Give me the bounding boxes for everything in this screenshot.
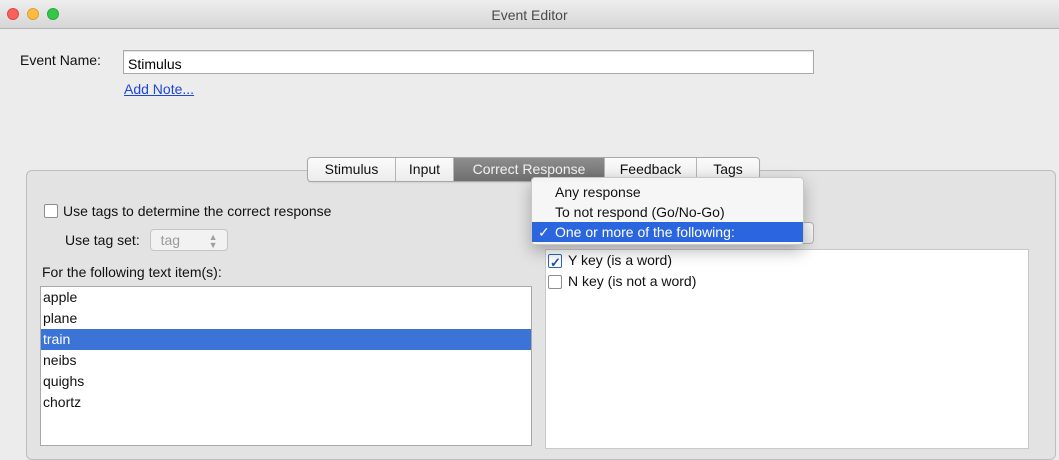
event-name-input[interactable]: [123, 50, 814, 74]
use-tags-label: Use tags to determine the correct respon…: [63, 203, 332, 220]
tag-set-label: Use tag set:: [65, 232, 140, 248]
tab-stimulus[interactable]: Stimulus: [308, 158, 396, 181]
text-items-list[interactable]: apple plane train neibs quighs chortz: [40, 286, 532, 446]
menu-item-any-response[interactable]: Any response: [532, 182, 803, 202]
response-y-checkbox[interactable]: [548, 252, 562, 273]
use-tags-checkbox[interactable]: [44, 204, 58, 219]
list-item[interactable]: quighs: [41, 371, 531, 392]
menu-item-label: Any response: [555, 184, 641, 200]
response-n-label: N key (is not a word): [568, 273, 697, 289]
checkmark-icon: ✓: [538, 224, 550, 240]
response-item-y[interactable]: Y key (is a word): [546, 250, 1028, 273]
tag-set-value: tag: [160, 232, 181, 248]
menu-item-label: One or more of the following:: [555, 224, 735, 240]
add-note-link[interactable]: Add Note...: [124, 81, 194, 97]
response-n-checkbox[interactable]: [548, 275, 562, 290]
list-item[interactable]: apple: [41, 287, 531, 308]
tag-set-row: Use tag set: tag ▲ ▼: [65, 229, 228, 251]
tag-set-select[interactable]: tag ▲ ▼: [149, 229, 228, 251]
response-item-n[interactable]: N key (is not a word): [546, 271, 1028, 292]
menu-item-one-or-more[interactable]: ✓ One or more of the following:: [532, 222, 803, 242]
menu-item-label: To not respond (Go/No-Go): [555, 204, 725, 220]
list-item[interactable]: plane: [41, 308, 531, 329]
event-name-label: Event Name:: [20, 52, 101, 68]
list-item[interactable]: neibs: [41, 350, 531, 371]
list-item[interactable]: chortz: [41, 392, 531, 413]
title-bar: Event Editor: [0, 0, 1059, 29]
up-down-arrows-icon: ▲ ▼: [208, 232, 218, 250]
responses-list[interactable]: Y key (is a word) N key (is not a word): [545, 249, 1029, 449]
text-items-label: For the following text item(s):: [42, 264, 222, 280]
use-tags-row: Use tags to determine the correct respon…: [44, 202, 331, 219]
list-item-selected[interactable]: train: [41, 329, 531, 350]
tab-input[interactable]: Input: [396, 158, 454, 181]
window-title: Event Editor: [491, 7, 568, 23]
menu-item-not-respond[interactable]: To not respond (Go/No-Go): [532, 202, 803, 222]
response-y-label: Y key (is a word): [568, 252, 672, 268]
response-type-menu: Any response To not respond (Go/No-Go) ✓…: [531, 177, 804, 245]
